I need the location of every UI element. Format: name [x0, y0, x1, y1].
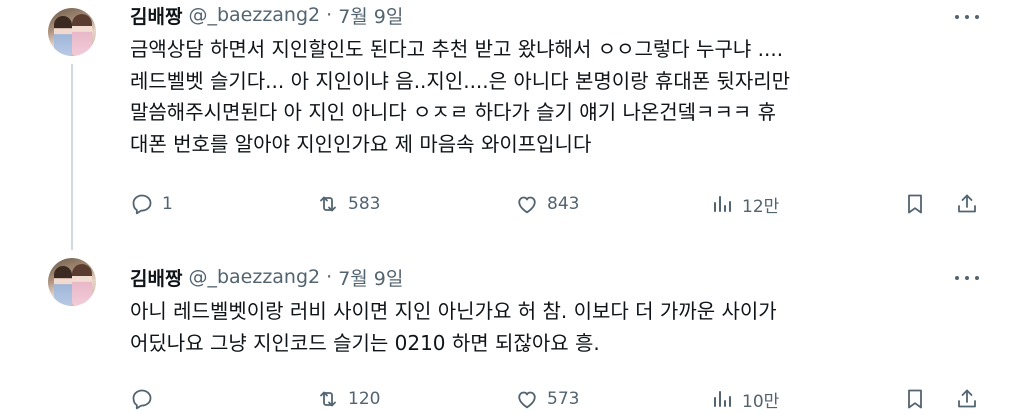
- reply-icon: [130, 192, 154, 216]
- more-icon[interactable]: [955, 269, 979, 287]
- avatar[interactable]: [48, 258, 96, 306]
- retweet-button[interactable]: 120: [316, 384, 380, 414]
- views-count: 10만: [742, 391, 780, 412]
- heart-icon: [515, 192, 539, 216]
- like-button[interactable]: 573: [515, 384, 579, 414]
- separator: ·: [326, 4, 333, 26]
- reply-icon: [130, 387, 154, 411]
- views-icon: [710, 192, 734, 216]
- like-button[interactable]: 843: [515, 189, 579, 219]
- views-count: 12만: [742, 196, 780, 217]
- like-count: 573: [547, 389, 580, 409]
- retweet-count: 583: [348, 194, 381, 214]
- bookmark-icon: [903, 387, 927, 411]
- retweet-button[interactable]: 583: [316, 189, 380, 219]
- share-button[interactable]: [955, 384, 979, 414]
- reply-button[interactable]: 1: [130, 189, 173, 219]
- like-count: 843: [547, 194, 580, 214]
- heart-icon: [515, 387, 539, 411]
- author-handle[interactable]: @_baezzang2: [188, 266, 320, 288]
- tweet-header: 김배짱 @_baezzang2 · 7월 9일: [130, 262, 403, 292]
- tweet-header: 김배짱 @_baezzang2 · 7월 9일: [130, 0, 403, 30]
- author-handle[interactable]: @_baezzang2: [188, 4, 320, 26]
- tweet-text: 아니 레드벨벳이랑 러비 사이면 지인 아닌가요 허 참. 이보다 더 가까운 …: [130, 299, 777, 355]
- tweet-actions: 120 573 10만: [130, 384, 990, 414]
- tweet-date[interactable]: 7월 9일: [338, 264, 403, 291]
- bookmark-button[interactable]: [903, 189, 927, 219]
- views-button[interactable]: 12만: [710, 189, 779, 219]
- separator: ·: [326, 266, 333, 288]
- tweet-actions: 1 583 843 12만: [130, 189, 990, 219]
- tweet-1[interactable]: 김배짱 @_baezzang2 · 7월 9일 금액상담 하면서 지인할인도 된…: [0, 0, 1015, 250]
- views-button[interactable]: 10만: [710, 384, 779, 414]
- tweet-date[interactable]: 7월 9일: [338, 2, 403, 29]
- share-icon: [955, 192, 979, 216]
- bookmark-icon: [903, 192, 927, 216]
- retweet-icon: [316, 387, 340, 411]
- tweet-2[interactable]: 김배짱 @_baezzang2 · 7월 9일 아니 레드벨벳이랑 러비 사이면…: [0, 250, 1015, 414]
- author-name[interactable]: 김배짱: [130, 264, 182, 291]
- retweet-icon: [316, 192, 340, 216]
- more-icon[interactable]: [955, 8, 979, 26]
- reply-button[interactable]: [130, 384, 162, 414]
- retweet-count: 120: [348, 389, 381, 409]
- views-icon: [710, 387, 734, 411]
- tweet-text: 금액상담 하면서 지인할인도 된다고 추천 받고 왔냐해서 ㅇㅇ그렇다 누구냐 …: [130, 37, 791, 156]
- reply-count: 1: [162, 194, 173, 214]
- bookmark-button[interactable]: [903, 384, 927, 414]
- author-name[interactable]: 김배짱: [130, 2, 182, 29]
- thread-line: [71, 64, 73, 250]
- share-icon: [955, 387, 979, 411]
- avatar[interactable]: [48, 8, 96, 56]
- share-button[interactable]: [955, 189, 979, 219]
